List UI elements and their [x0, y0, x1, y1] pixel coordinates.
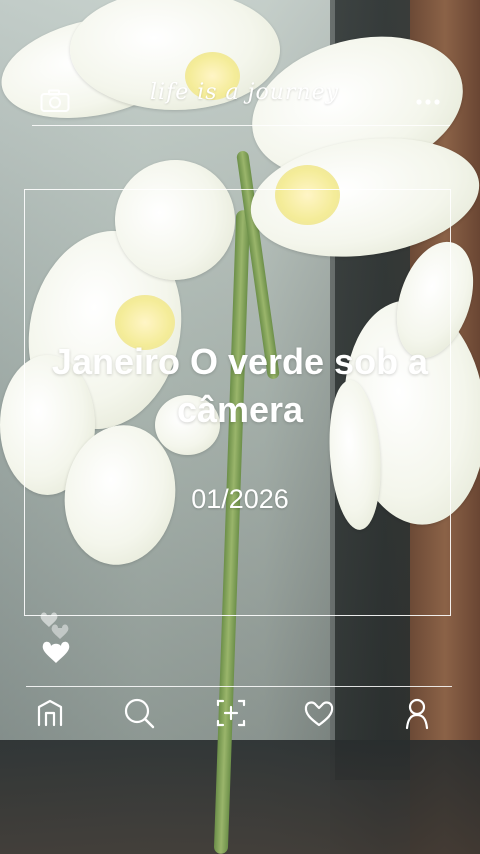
heart-outline-icon [304, 701, 334, 727]
add-photo-icon [216, 699, 246, 727]
nav-home[interactable] [33, 695, 69, 731]
card-title: Janeiro O verde sob a câmera [51, 341, 429, 430]
card-date: 01/2026 [191, 484, 289, 514]
more-icon[interactable] [414, 94, 444, 108]
nav-divider [26, 686, 452, 687]
search-icon [124, 698, 155, 729]
nav-profile[interactable] [399, 695, 435, 731]
camera-icon-glyph [40, 89, 70, 112]
nav-add-photo[interactable] [213, 695, 249, 731]
more-icon-glyph [416, 99, 440, 105]
brand-title: life is a journey [150, 80, 340, 105]
home-icon [37, 699, 63, 727]
bottom-nav [0, 695, 480, 737]
shelf [0, 740, 480, 854]
reactions-heart-icon[interactable] [38, 610, 80, 668]
camera-icon[interactable] [40, 89, 70, 113]
nav-search[interactable] [121, 695, 157, 731]
nav-favorites[interactable] [301, 695, 337, 731]
profile-icon [405, 698, 429, 730]
heart-icon [40, 612, 70, 663]
header-divider [32, 125, 450, 126]
